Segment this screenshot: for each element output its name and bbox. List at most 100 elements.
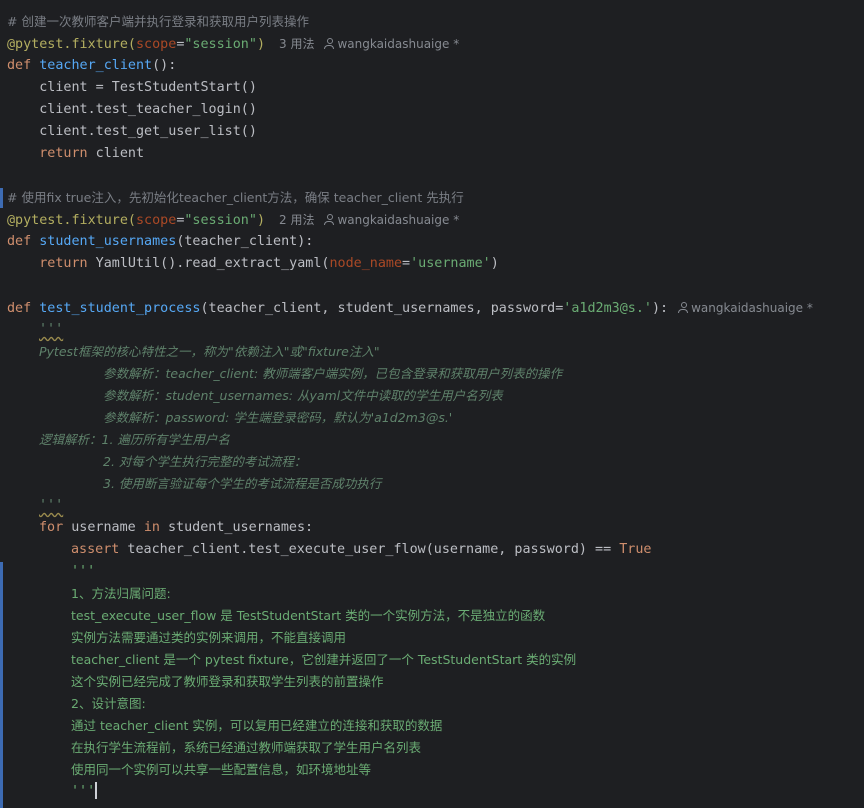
string-close: ''' (71, 784, 96, 799)
docstring-quote[interactable]: ''' (39, 319, 63, 341)
docstring-line[interactable]: 逻辑解析：1. 遍历所有学生用户名 (39, 429, 230, 451)
string-text: 通过 teacher_client 实例，可以复用已经建立的连接和获取的数据 (71, 718, 443, 733)
string-line[interactable]: 实例方法需要通过类的实例来调用，不能直接调用 (71, 627, 346, 649)
docstring-line[interactable]: 参数解析：student_usernames: 从yaml文件中读取的学生用户名… (103, 385, 503, 407)
docstring-line[interactable]: 3. 使用断言验证每个学生的考试流程是否成功执行 (103, 473, 381, 495)
string-text: 在执行学生流程前，系统已经通过教师端获取了学生用户名列表 (71, 740, 422, 755)
code-text: (teacher_client, student_usernames, pass… (200, 301, 564, 316)
docstring-open: ''' (39, 322, 64, 337)
string-line[interactable]: test_execute_user_flow 是 TestStudentStar… (71, 605, 545, 627)
code-line-comment[interactable]: # 创建一次教师客户端并执行登录和获取用户列表操作 (7, 11, 309, 33)
author-hint[interactable]: wangkaidashuaige * (691, 301, 813, 315)
docstring-close: ''' (39, 498, 64, 513)
code-line[interactable]: client.test_get_user_list() (7, 121, 257, 143)
code-text: (teacher_client): (176, 234, 314, 249)
docstring-text: 逻辑解析：1. 遍历所有学生用户名 (39, 432, 230, 447)
docstring-line[interactable]: Pytest框架的核心特性之一，称为"依赖注入"或"fixture注入" (39, 341, 380, 363)
code-text: client (87, 146, 145, 161)
code-line-decorator[interactable]: @pytest.fixture(scope="session") 2 用法 wang… (7, 209, 459, 231)
docstring-quote[interactable]: ''' (39, 495, 63, 517)
code-text: YamlUtil().read_extract_yaml( (87, 256, 330, 271)
person-icon (678, 302, 689, 313)
keyword: return (7, 146, 88, 161)
code-text: client = TestStudentStart() (7, 80, 257, 95)
param-name: scope (136, 37, 177, 52)
keyword-true: True (619, 542, 652, 557)
function-name: teacher_client (39, 58, 153, 73)
code-text: student_usernames: (159, 520, 314, 535)
code-line-def[interactable]: def teacher_client(): (7, 55, 176, 77)
code-line-return[interactable]: return client (7, 143, 144, 165)
function-name: student_usernames (39, 234, 177, 249)
string-quote[interactable]: ''' (71, 781, 98, 803)
docstring-text: 参数解析：teacher_client: 教师端客户端实例，已包含登录和获取用户… (103, 366, 563, 381)
keyword: def (7, 234, 40, 249)
code-text: username (63, 520, 144, 535)
person-icon (324, 38, 335, 49)
string-open: ''' (71, 564, 96, 579)
code-line-decorator[interactable]: @pytest.fixture(scope="session") 3 用法 wang… (7, 33, 459, 55)
code-line-assert[interactable]: assert teacher_client.test_execute_user_… (71, 539, 651, 561)
string-line[interactable]: 使用同一个实例可以共享一些配置信息，如环境地址等 (71, 759, 371, 781)
string-line[interactable]: 2、设计意图: (71, 693, 146, 715)
keyword: return (7, 256, 88, 271)
decorator: @pytest.fixture( (7, 213, 136, 228)
keyword: for (39, 520, 64, 535)
docstring-text: Pytest框架的核心特性之一，称为"依赖注入"或"fixture注入" (39, 344, 380, 359)
docstring-text: 3. 使用断言验证每个学生的考试流程是否成功执行 (103, 476, 382, 491)
code-line-comment[interactable]: # 使用fix true注入，先初始化teacher_client方法，确保 t… (7, 187, 464, 209)
vcs-change-marker (0, 562, 3, 808)
string-text: 实例方法需要通过类的实例来调用，不能直接调用 (71, 630, 347, 645)
keyword: def (7, 301, 40, 316)
person-icon (324, 214, 335, 225)
code-line-def[interactable]: def test_student_process(teacher_client,… (7, 297, 813, 319)
code-text: ) (490, 256, 499, 271)
code-text: client.test_get_user_list() (7, 124, 257, 139)
code-text: client.test_teacher_login() (7, 102, 257, 117)
docstring-line[interactable]: 参数解析：password: 学生端登录密码，默认为'a1d2m3@s.' (103, 407, 452, 429)
string-quote[interactable]: ''' (71, 561, 95, 583)
param-name: scope (136, 213, 177, 228)
code-line-def[interactable]: def student_usernames(teacher_client): (7, 231, 313, 253)
keyword: in (143, 520, 160, 535)
author-hint[interactable]: wangkaidashuaige * (337, 37, 459, 51)
string-line[interactable]: 这个实例已经完成了教师登录和获取学生列表的前置操作 (71, 671, 384, 693)
string-text: test_execute_user_flow 是 TestStudentStar… (71, 608, 546, 623)
operator: = (402, 256, 411, 271)
keyword: def (7, 58, 40, 73)
code-line[interactable]: client = TestStudentStart() (7, 77, 257, 99)
string-text: 这个实例已经完成了教师登录和获取学生列表的前置操作 (71, 674, 384, 689)
string-line[interactable]: 在执行学生流程前，系统已经通过教师端获取了学生用户名列表 (71, 737, 421, 759)
docstring-line[interactable]: 参数解析：teacher_client: 教师端客户端实例，已包含登录和获取用户… (103, 363, 562, 385)
string-text: 使用同一个实例可以共享一些配置信息，如环境地址等 (71, 762, 372, 777)
string-literal: 'a1d2m3@s.' (563, 301, 652, 316)
string-literal: "session" (184, 213, 257, 228)
decorator-close: ) (256, 37, 265, 52)
code-line[interactable]: client.test_teacher_login() (7, 99, 257, 121)
code-editor[interactable]: # 创建一次教师客户端并执行登录和获取用户列表操作 @pytest.fixtur… (0, 0, 864, 808)
author-hint[interactable]: wangkaidashuaige * (337, 213, 459, 227)
keyword: assert (71, 542, 120, 557)
param-name: node_name (329, 256, 403, 271)
code-text: ): (651, 301, 669, 316)
code-line-return[interactable]: return YamlUtil().read_extract_yaml(node… (7, 253, 499, 275)
usages-hint[interactable]: 2 用法 (279, 213, 314, 227)
string-line[interactable]: teacher_client 是一个 pytest fixture，它创建并返回… (71, 649, 576, 671)
string-literal: 'username' (410, 256, 491, 271)
string-literal: "session" (184, 37, 257, 52)
usages-hint[interactable]: 3 用法 (279, 37, 314, 51)
docstring-text: 参数解析：password: 学生端登录密码，默认为'a1d2m3@s.' (103, 410, 453, 425)
string-line[interactable]: 1、方法归属问题: (71, 583, 171, 605)
string-text: teacher_client 是一个 pytest fixture，它创建并返回… (71, 652, 577, 667)
code-line-for[interactable]: for username in student_usernames: (39, 517, 313, 539)
decorator-close: ) (256, 213, 265, 228)
docstring-line[interactable]: 2. 对每个学生执行完整的考试流程： (103, 451, 306, 473)
vcs-change-marker (0, 188, 3, 208)
decorator: @pytest.fixture( (7, 37, 136, 52)
code-text: (): (152, 58, 177, 73)
comment-text: # 使用fix true注入，先初始化teacher_client方法，确保 t… (7, 190, 464, 205)
string-text: 1、方法归属问题: (71, 586, 171, 601)
text-caret (95, 782, 98, 799)
code-text: teacher_client.test_execute_user_flow(us… (119, 542, 620, 557)
string-line[interactable]: 通过 teacher_client 实例，可以复用已经建立的连接和获取的数据 (71, 715, 442, 737)
